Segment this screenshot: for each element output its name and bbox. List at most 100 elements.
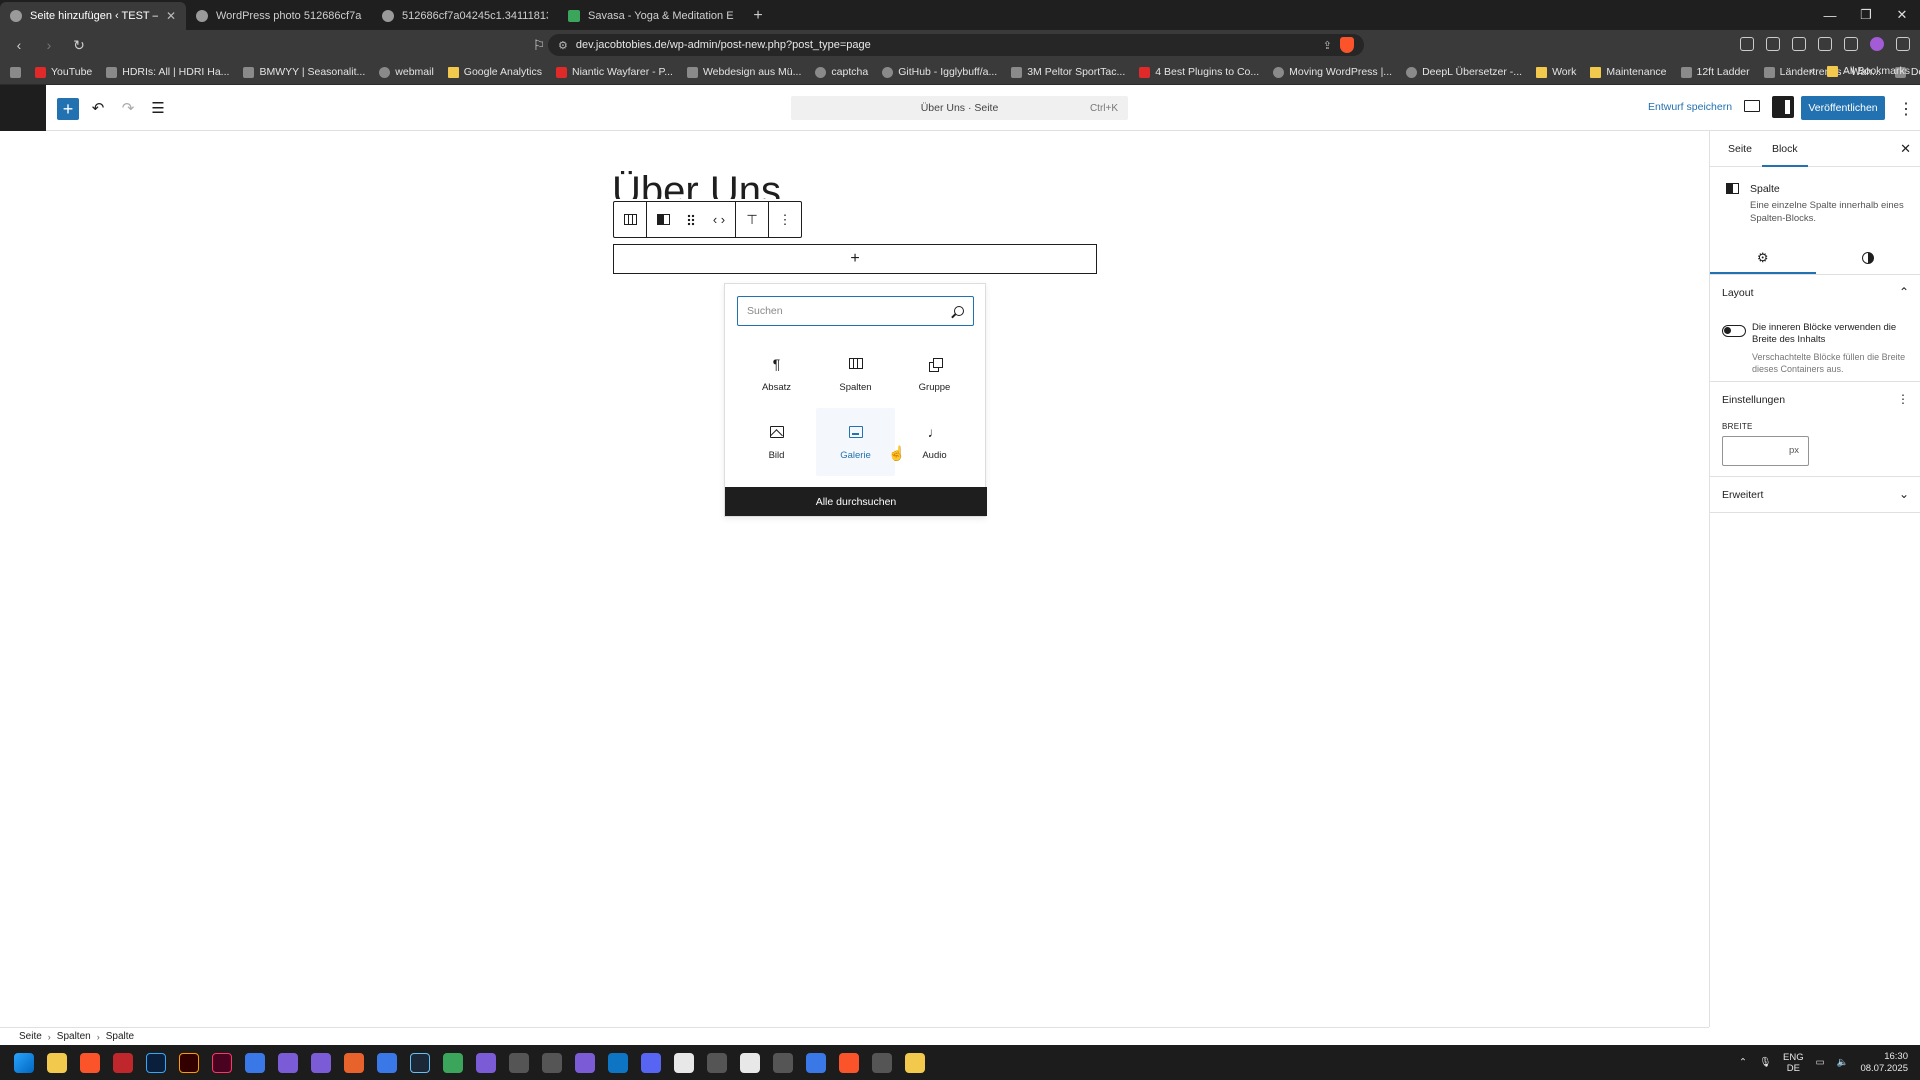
app-icon[interactable] — [476, 1052, 496, 1073]
styles-tab[interactable] — [1816, 241, 1920, 274]
bookmark-item[interactable]: YouTube — [35, 66, 92, 78]
settings-tab-gear-icon[interactable]: ⚙ — [1710, 241, 1816, 274]
new-tab-button[interactable]: + — [744, 2, 772, 30]
sidebar-icon[interactable] — [1792, 37, 1806, 51]
extension-icon[interactable] — [1766, 37, 1780, 51]
bookmark-item[interactable]: 3M Peltor SportTac... — [1011, 66, 1125, 78]
redo-icon[interactable]: ↷ — [117, 98, 139, 120]
microphone-icon[interactable]: 🎙 — [1759, 1057, 1771, 1068]
bookmark-item[interactable]: webmail — [379, 66, 434, 78]
brave-shields-icon[interactable] — [1340, 37, 1354, 53]
restore-icon[interactable]: ❐ — [1848, 0, 1884, 30]
width-unit[interactable]: px — [1789, 445, 1799, 456]
address-bar[interactable]: ⚙ dev.jacobtobies.de/wp-admin/post-new.p… — [548, 34, 1364, 56]
filezilla-icon[interactable] — [113, 1052, 133, 1073]
bookmark-item[interactable]: Google Analytics — [447, 66, 542, 78]
chevron-down-icon[interactable]: ⌄ — [1899, 487, 1909, 501]
block-item-absatz[interactable]: ¶ Absatz — [737, 340, 816, 408]
bookmark-item[interactable]: Webdesign aus Mü... — [686, 66, 801, 78]
extension-icon[interactable] — [1740, 37, 1754, 51]
brave-browser-icon[interactable] — [839, 1052, 859, 1073]
clock[interactable]: 16:30 08.07.2025 — [1860, 1051, 1908, 1075]
block-options-icon[interactable]: ⋮ — [774, 209, 796, 231]
app-icon[interactable] — [575, 1052, 595, 1073]
drag-handle[interactable] — [680, 209, 702, 231]
browser-tab[interactable]: Seite hinzufügen ‹ TEST — Word ✕ — [0, 2, 186, 30]
app-icon[interactable] — [377, 1052, 397, 1073]
close-tab-icon[interactable]: ✕ — [166, 9, 176, 23]
windows-start-icon[interactable] — [14, 1052, 34, 1073]
all-bookmarks-button[interactable]: All Bookmarks — [1826, 65, 1910, 77]
browser-tab[interactable]: Savasa - Yoga & Meditation Element — [558, 2, 744, 30]
extension-icon[interactable] — [1870, 37, 1884, 51]
app-icon[interactable] — [806, 1052, 826, 1073]
column-block-appender[interactable]: + — [613, 244, 1097, 274]
close-window-icon[interactable]: ✕ — [1884, 0, 1920, 30]
block-item-bild[interactable]: Bild — [737, 408, 816, 476]
preview-icon[interactable] — [1744, 100, 1760, 112]
page-title[interactable]: Über Uns — [612, 171, 781, 199]
more-options-icon[interactable]: ⋮ — [1898, 99, 1914, 119]
app-icon[interactable] — [674, 1052, 694, 1073]
block-inserter-toggle[interactable]: + — [57, 98, 79, 120]
document-overview-icon[interactable]: ☰ — [147, 98, 169, 120]
chevron-double-right-icon[interactable]: » — [1809, 65, 1815, 77]
photoshop-icon[interactable] — [146, 1052, 166, 1073]
bookmark-item[interactable]: captcha — [815, 66, 868, 78]
block-item-gruppe[interactable]: Gruppe — [895, 340, 974, 408]
discord-icon[interactable] — [641, 1052, 661, 1073]
breadcrumb-item[interactable]: Spalten — [57, 1031, 91, 1042]
undo-icon[interactable]: ↶ — [87, 98, 109, 120]
vertical-align-top-icon[interactable]: ⊤ — [741, 209, 763, 231]
vscode-icon[interactable] — [608, 1052, 628, 1073]
indesign-icon[interactable] — [212, 1052, 232, 1073]
breadcrumb-item[interactable]: Seite — [19, 1031, 42, 1042]
steam-icon[interactable] — [410, 1052, 430, 1073]
file-explorer-icon[interactable] — [47, 1052, 67, 1073]
notion-icon[interactable] — [740, 1052, 760, 1073]
tab-block[interactable]: Block — [1762, 131, 1808, 167]
volume-icon[interactable]: 🔈 — [1837, 1057, 1849, 1068]
bookmark-item[interactable]: GitHub - Igglybuff/a... — [882, 66, 997, 78]
bookmark-item[interactable]: Niantic Wayfarer - P... — [556, 66, 673, 78]
bookmark-item[interactable]: Work — [1536, 66, 1576, 78]
app-icon[interactable] — [872, 1052, 892, 1073]
bookmark-item[interactable]: Maintenance — [1590, 66, 1667, 78]
illustrator-icon[interactable] — [179, 1052, 199, 1073]
move-left-right-icon[interactable]: ‹ › — [708, 209, 730, 231]
apps-icon[interactable] — [10, 66, 21, 78]
app-icon[interactable] — [311, 1052, 331, 1073]
app-icon[interactable] — [443, 1052, 463, 1073]
brave-browser-icon[interactable] — [80, 1052, 100, 1073]
share-icon[interactable]: ⇪ — [1323, 39, 1332, 52]
vpn-icon[interactable] — [1844, 37, 1858, 51]
site-info-icon[interactable]: ⚙ — [558, 39, 568, 52]
block-item-spalten[interactable]: Spalten — [816, 340, 895, 408]
more-vertical-icon[interactable]: ⋮ — [1897, 392, 1909, 406]
reload-icon[interactable]: ↻ — [70, 37, 88, 54]
extension-icon[interactable] — [1818, 37, 1832, 51]
app-icon[interactable] — [773, 1052, 793, 1073]
app-icon[interactable] — [542, 1052, 562, 1073]
select-parent-columns-button[interactable] — [619, 209, 641, 231]
save-draft-button[interactable]: Entwurf speichern — [1648, 101, 1732, 113]
command-palette-bar[interactable]: Über Uns · Seite Ctrl+K — [791, 96, 1128, 120]
app-icon[interactable] — [278, 1052, 298, 1073]
bookmark-item[interactable]: HDRIs: All | HDRI Ha... — [106, 66, 229, 78]
language-indicator[interactable]: ENG DE — [1783, 1052, 1804, 1074]
inner-blocks-width-toggle[interactable] — [1722, 325, 1746, 337]
network-icon[interactable]: ▭ — [1816, 1057, 1825, 1068]
width-input[interactable]: px — [1722, 436, 1809, 466]
settings-sidebar-toggle[interactable] — [1772, 96, 1794, 118]
bookmark-icon[interactable]: ⚐ — [530, 37, 548, 54]
app-icon[interactable] — [707, 1052, 727, 1073]
app-icon[interactable] — [509, 1052, 529, 1073]
browser-tab[interactable]: 512686cf7a04245c1.34111813.jpeg ( — [372, 2, 558, 30]
bookmark-item[interactable]: 12ft Ladder — [1680, 66, 1750, 78]
bookmark-item[interactable]: 4 Best Plugins to Co... — [1139, 66, 1259, 78]
minimize-icon[interactable]: — — [1812, 0, 1848, 30]
menu-icon[interactable] — [1896, 37, 1910, 51]
site-logo-button[interactable] — [0, 85, 46, 131]
forward-icon[interactable]: › — [40, 37, 58, 53]
layout-panel-title[interactable]: Layout — [1722, 287, 1754, 299]
